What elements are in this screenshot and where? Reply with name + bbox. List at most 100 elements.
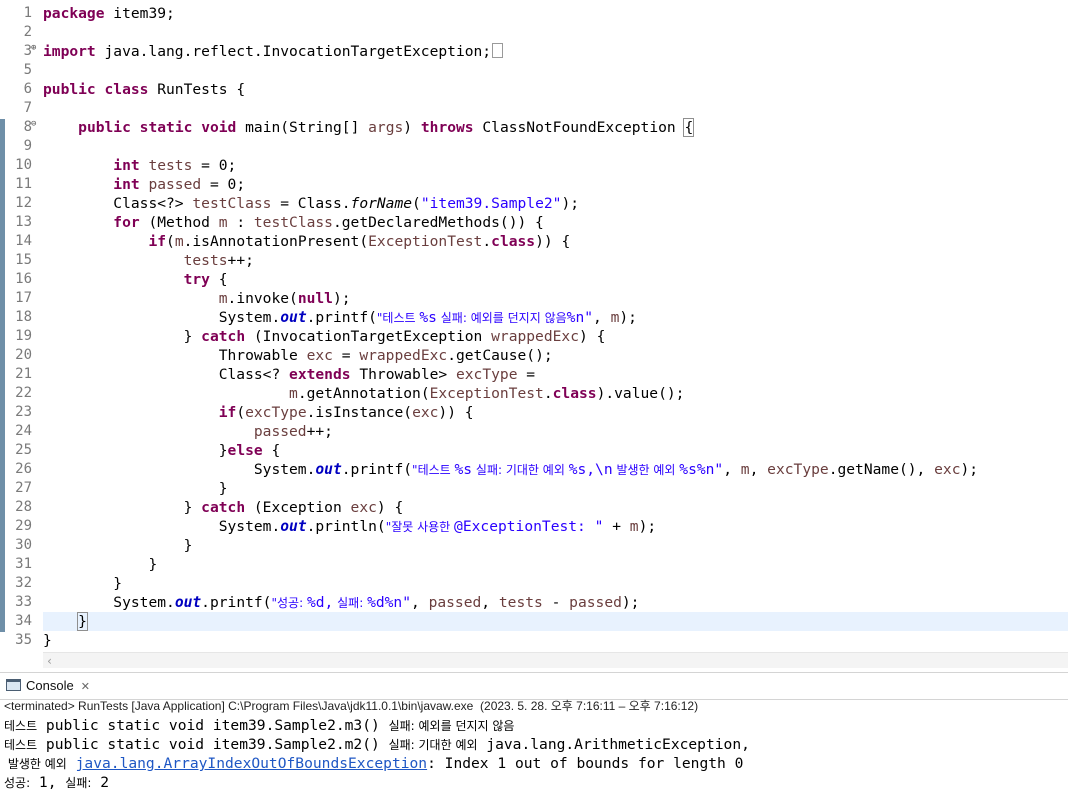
line-number: 20 [15,347,32,363]
code-text: ++; [306,423,333,440]
keyword: if [148,233,167,250]
parameter: args [368,119,404,136]
close-icon[interactable]: ✕ [81,681,90,693]
console-text: 실패: [65,776,92,790]
line-number: 2 [23,24,32,40]
code-text: { [209,271,228,288]
line-number: 3 [23,43,32,59]
code-text: )) { [535,233,571,250]
variable: exc [934,461,961,478]
code-line: } catch (InvocationTargetException wrapp… [43,327,606,346]
annotation-type: ExceptionTest [368,233,483,250]
code-line: } catch (Exception exc) { [43,498,404,517]
line-number: 26 [15,461,32,477]
code-text: java.lang.reflect.InvocationTargetExcept… [95,43,492,60]
code-text: } [113,575,123,592]
variable: passed [569,594,622,611]
code-line: m.invoke(null); [43,289,351,308]
variable: wrappedExc [359,347,448,364]
code-text: .printf( [201,594,272,611]
tab-console[interactable]: Console ✕ [0,673,98,699]
line-number: 22 [15,385,32,401]
static-field: out [315,461,342,478]
variable: m [218,214,228,231]
code-text: ) [403,119,421,136]
folded-imports-icon[interactable] [492,43,504,58]
line-number: 13 [15,214,32,230]
line-number: 12 [15,195,32,211]
console-status-line: <terminated> RunTests [Java Application]… [4,699,699,713]
line-number: 10 [15,157,32,173]
code-line: System.out.println("잘못 사용한 @ExceptionTes… [43,517,656,536]
line-number: 16 [15,271,32,287]
keyword: if [218,404,237,421]
line-number: 17 [15,290,32,306]
code-line: System.out.printf("테스트 %s 실패: 기대한 예외 %s,… [43,460,978,479]
line-number: 28 [15,499,32,515]
code-line: System.out.printf("성공: %d, 실패: %d%n", pa… [43,593,639,612]
code-line: if(m.isAnnotationPresent(ExceptionTest.c… [43,232,570,251]
code-text: .isInstance( [306,404,413,421]
variable: excType [455,366,518,383]
code-line: } [43,536,193,555]
code-text: } [218,442,228,459]
line-number: 19 [15,328,32,344]
console-text: 발생한 예외 [4,757,67,771]
keyword: catch [201,328,246,345]
code-text: .printf( [341,461,413,478]
code-editor[interactable]: 1 2 3 ⊕ 5 6 7 8 ⊖ 9 10 11 12 13 14 15 16… [0,0,1068,668]
keyword: import [43,43,96,60]
code-text: main(String[] [236,119,369,136]
code-text: . [482,233,492,250]
code-text: ( [412,195,421,212]
console-output-line: 테스트 public static void item39.Sample2.m2… [4,735,750,754]
line-number: 14 [15,233,32,249]
code-text: item39; [104,5,175,22]
static-field: out [174,594,202,611]
code-text: , [481,594,499,611]
code-text: Class<? [218,366,290,383]
static-method: forName [350,195,413,212]
annotation-type: ExceptionTest [429,385,544,402]
code-text: .getName(), [828,461,935,478]
code-text: .isAnnotationPresent( [183,233,369,250]
code-text: Throwable [218,347,307,364]
code-text: ).value(); [596,385,685,402]
console-output-line: 테스트 public static void item39.Sample2.m3… [4,716,514,735]
variable: passed [253,423,307,440]
code-line: Throwable exc = wrappedExc.getCause(); [43,346,553,365]
fold-collapse-icon[interactable]: ⊖ [31,120,39,129]
code-text: = [517,366,536,383]
line-number: 27 [15,480,32,496]
keyword: else [227,442,263,459]
code-line: } [43,479,228,498]
horizontal-scrollbar[interactable]: ‹ [43,652,1068,668]
line-number: 31 [15,556,32,572]
code-line: package item39; [43,4,175,23]
code-text: ); [332,290,351,307]
code-text: )) { [438,404,474,421]
scroll-left-icon[interactable]: ‹ [46,653,53,668]
variable: testClass [253,214,333,231]
keyword: class [552,385,597,402]
code-text: Class<?> [113,195,193,212]
code-text: ( [236,404,246,421]
line-number: 23 [15,404,32,420]
current-line-highlight [43,612,1068,631]
code-text: , [749,461,768,478]
code-line: for (Method m : testClass.getDeclaredMet… [43,213,544,232]
console-text: 성공: [4,776,31,790]
code-line: public class RunTests { [43,80,245,99]
exception-link[interactable]: java.lang.ArrayIndexOutOfBoundsException [76,755,427,772]
code-line: } [43,555,157,574]
keyword: for [113,214,140,231]
code-text: ++; [227,252,254,269]
variable: wrappedExc [491,328,579,345]
variable: passed [428,594,482,611]
variable: m [289,385,298,402]
console-output-line: 발생한 예외 java.lang.ArrayIndexOutOfBoundsEx… [4,754,744,773]
keyword: package [43,5,105,22]
fold-expand-icon[interactable]: ⊕ [31,44,39,53]
string-literal: "성공: [271,596,307,610]
variable: m [740,461,750,478]
